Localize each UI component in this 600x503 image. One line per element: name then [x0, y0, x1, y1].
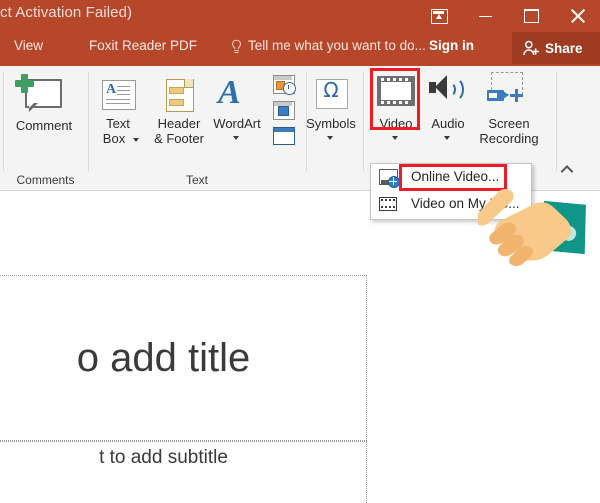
wordart-button[interactable]: A: [214, 74, 258, 114]
ribbon-display-options-icon: [430, 8, 448, 24]
screen-recording-label-line2: Recording: [479, 131, 539, 146]
slide-number-button[interactable]: [271, 100, 297, 122]
share-person-icon: [523, 40, 539, 55]
header-footer-label-line2: & Footer: [154, 131, 204, 146]
symbols-dropdown-caret[interactable]: [327, 136, 333, 140]
video-button[interactable]: [372, 73, 420, 111]
share-label: Share: [545, 40, 583, 56]
tab-foxit-reader-pdf[interactable]: Foxit Reader PDF: [89, 38, 197, 53]
window-controls: [416, 0, 600, 32]
video-film-icon: [377, 76, 415, 106]
group-label-comments: Comments: [16, 173, 75, 187]
symbols-button[interactable]: Ω: [310, 76, 352, 112]
close-icon: [570, 8, 585, 24]
comment-label: Comment: [15, 118, 73, 133]
symbols-label: Symbols: [306, 116, 356, 131]
close-button[interactable]: [554, 0, 600, 32]
text-box-label-line1: Text: [106, 116, 130, 131]
video-file-icon: [379, 196, 398, 213]
maximize-icon: [523, 9, 539, 23]
sign-in-button[interactable]: Sign in: [429, 38, 474, 53]
date-and-time-button[interactable]: [271, 74, 297, 96]
wordart-icon: A: [218, 74, 241, 111]
online-video-icon: [379, 169, 400, 188]
powerpoint-window: ct Activation Failed) View Foxit Reader …: [0, 0, 600, 503]
pointing-hand-cursor: [474, 160, 600, 290]
header-footer-label-line1: Header: [157, 116, 201, 131]
title-placeholder-text: o add title: [76, 335, 251, 380]
title-bar: ct Activation Failed): [0, 0, 600, 32]
maximize-button[interactable]: [508, 0, 554, 32]
ribbon-tab-bar: View Foxit Reader PDF Tell me what you w…: [0, 32, 600, 64]
subtitle-placeholder-text: t to add subtitle: [99, 447, 228, 468]
ribbon-display-options-button[interactable]: [416, 0, 462, 32]
tab-view[interactable]: View: [14, 38, 43, 53]
video-label: Video: [379, 116, 413, 131]
group-divider: [363, 72, 364, 172]
insert-object-button[interactable]: [271, 126, 297, 148]
group-divider: [88, 72, 89, 172]
minimize-button[interactable]: [462, 0, 508, 32]
plus-badge-icon: [15, 74, 34, 93]
text-box-button[interactable]: A: [96, 76, 140, 114]
screen-recording-button[interactable]: [481, 70, 531, 108]
comment-button[interactable]: [15, 74, 73, 116]
text-box-label-line2: Box: [102, 131, 126, 146]
audio-label: Audio: [431, 116, 465, 131]
window-title: ct Activation Failed): [0, 4, 133, 21]
group-label-text: Text: [185, 173, 208, 187]
share-button[interactable]: Share: [512, 32, 600, 64]
ribbon-top-accent: [0, 64, 600, 66]
lightbulb-icon: [230, 39, 243, 55]
header-and-footer-button[interactable]: [157, 76, 201, 114]
audio-dropdown-caret[interactable]: [444, 136, 450, 140]
audio-button[interactable]: [425, 72, 471, 112]
group-divider: [556, 72, 557, 172]
screen-recording-label-line1: Screen: [488, 116, 530, 131]
video-dropdown-caret[interactable]: [392, 136, 398, 140]
wordart-label: WordArt: [213, 116, 261, 131]
wordart-dropdown-caret[interactable]: [233, 136, 239, 140]
text-box-dropdown-caret[interactable]: [133, 138, 139, 142]
minimize-icon: [478, 15, 492, 17]
tell-me-search[interactable]: Tell me what you want to do...: [248, 38, 426, 53]
